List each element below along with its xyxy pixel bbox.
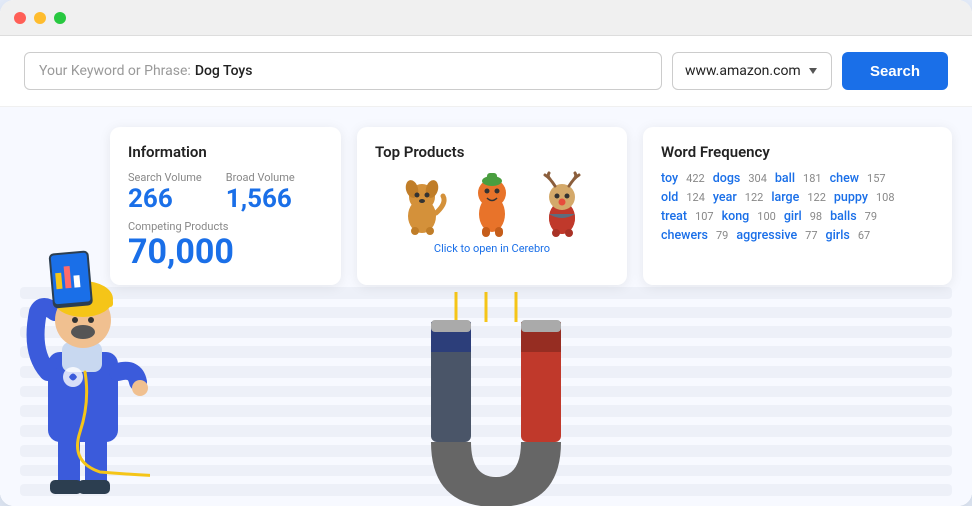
freq-count: 122 [807, 191, 826, 204]
freq-count: 98 [810, 210, 822, 223]
freq-word[interactable]: year [713, 190, 737, 205]
freq-row-2: old 124 year 122 large 122 puppy 108 [661, 190, 934, 205]
freq-row-3: treat 107 kong 100 girl 98 balls 79 [661, 209, 934, 224]
freq-word[interactable]: old [661, 190, 678, 205]
competing-value: 70,000 [128, 235, 323, 269]
freq-count: 181 [803, 172, 822, 185]
freq-word[interactable]: chew [830, 171, 859, 186]
freq-count: 124 [686, 191, 705, 204]
freq-count: 304 [748, 172, 767, 185]
magnet-illustration [426, 292, 566, 506]
search-button[interactable]: Search [842, 52, 948, 90]
product-image-3 [532, 171, 592, 236]
freq-word[interactable]: puppy [834, 190, 868, 205]
browser-titlebar [0, 0, 972, 36]
broad-volume-value: 1,566 [226, 186, 295, 212]
freq-word[interactable]: toy [661, 171, 678, 186]
freq-count: 79 [716, 229, 728, 242]
freq-count: 107 [695, 210, 714, 223]
top-products-card: Top Products [357, 127, 627, 285]
freq-word[interactable]: treat [661, 209, 687, 224]
freq-word[interactable]: chewers [661, 228, 708, 243]
freq-word[interactable]: girls [826, 228, 850, 243]
freq-word[interactable]: aggressive [736, 228, 797, 243]
domain-text: www.amazon.com [685, 63, 801, 79]
freq-count: 77 [805, 229, 817, 242]
freq-row-4: chewers 79 aggressive 77 girls 67 [661, 228, 934, 243]
info-card-title: Information [128, 143, 323, 161]
freq-count: 67 [858, 229, 870, 242]
search-volume-group: Search Volume 266 [128, 171, 202, 212]
freq-count: 108 [876, 191, 895, 204]
browser-content: Your Keyword or Phrase: Dog Toys www.ama… [0, 36, 972, 506]
search-volume-label: Search Volume [128, 171, 202, 184]
products-images [375, 171, 609, 236]
keyword-label: Your Keyword or Phrase: [39, 63, 191, 79]
freq-word[interactable]: ball [775, 171, 795, 186]
domain-select[interactable]: www.amazon.com [672, 52, 832, 90]
freq-row-1: toy 422 dogs 304 ball 181 chew 157 [661, 171, 934, 186]
browser-window: Your Keyword or Phrase: Dog Toys www.ama… [0, 0, 972, 506]
product-image-1 [392, 171, 452, 236]
minimize-dot[interactable] [34, 12, 46, 24]
products-caption[interactable]: Click to open in Cerebro [375, 242, 609, 255]
freq-count: 100 [757, 210, 776, 223]
freq-count: 157 [867, 172, 886, 185]
product-image-2 [462, 171, 522, 236]
freq-count: 79 [865, 210, 877, 223]
competing-group: Competing Products 70,000 [128, 220, 323, 269]
close-dot[interactable] [14, 12, 26, 24]
maximize-dot[interactable] [54, 12, 66, 24]
freq-word[interactable]: balls [830, 209, 857, 224]
broad-volume-group: Broad Volume 1,566 [226, 171, 295, 212]
freq-count: 122 [745, 191, 764, 204]
freq-count: 422 [686, 172, 705, 185]
search-bar-area: Your Keyword or Phrase: Dog Toys www.ama… [0, 36, 972, 107]
freq-word[interactable]: dogs [713, 171, 741, 186]
freq-word[interactable]: girl [784, 209, 802, 224]
chevron-down-icon [809, 68, 817, 74]
main-content: Information Search Volume 266 Broad Volu… [0, 107, 972, 506]
freq-card-title: Word Frequency [661, 143, 934, 161]
cards-row: Information Search Volume 266 Broad Volu… [110, 127, 952, 285]
freq-rows: toy 422 dogs 304 ball 181 chew 157 old 124 ye… [661, 171, 934, 243]
freq-word[interactable]: large [771, 190, 799, 205]
keyword-input[interactable]: Your Keyword or Phrase: Dog Toys [24, 52, 662, 90]
broad-volume-label: Broad Volume [226, 171, 295, 184]
word-frequency-card: Word Frequency toy 422 dogs 304 ball 181 ch… [643, 127, 952, 285]
freq-word[interactable]: kong [722, 209, 750, 224]
products-card-title: Top Products [375, 143, 609, 161]
search-volume-value: 266 [128, 186, 202, 212]
information-card: Information Search Volume 266 Broad Volu… [110, 127, 341, 285]
keyword-value: Dog Toys [195, 63, 253, 79]
